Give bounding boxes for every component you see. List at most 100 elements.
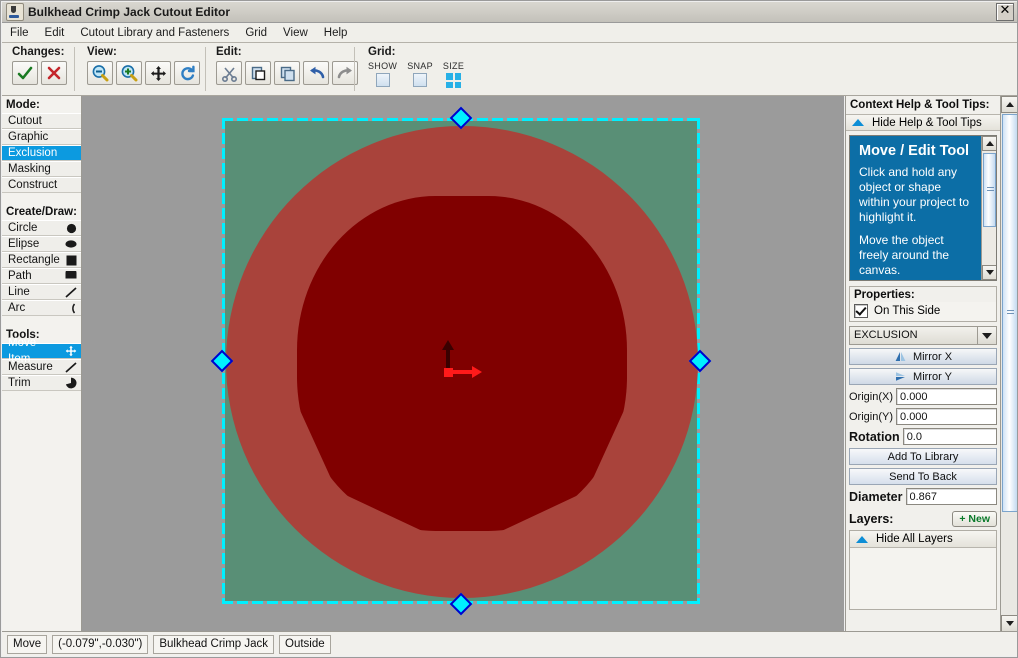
send-to-back-label: Send To Back: [889, 470, 957, 483]
sidebar-shape-rectangle[interactable]: Rectangle: [2, 252, 81, 268]
sidebar-mode-graphic[interactable]: Graphic: [2, 129, 81, 145]
sidebar-mode-construct[interactable]: Construct: [2, 177, 81, 193]
sidebar-tool-measure[interactable]: Measure: [2, 359, 81, 375]
hide-all-layers-label: Hide All Layers: [876, 533, 953, 545]
menu-view[interactable]: View: [275, 25, 316, 41]
sidebar-mode-label: Exclusion: [8, 147, 58, 159]
help-paragraph-2: Move the object freely around the canvas…: [859, 232, 950, 277]
view-group-label: View:: [87, 46, 117, 58]
mode-section-header: Mode:: [6, 99, 40, 111]
sidebar-shape-arc[interactable]: Arc: [2, 300, 81, 316]
panel-scroll-up-button[interactable]: [1001, 96, 1017, 113]
help-scrollbar[interactable]: [981, 136, 996, 280]
sidebar-shape-line[interactable]: Line: [2, 284, 81, 300]
caret-down-icon: [985, 270, 994, 275]
zoom-out-button[interactable]: [87, 61, 113, 85]
send-to-back-button[interactable]: Send To Back: [849, 468, 997, 485]
copy-button[interactable]: [274, 61, 300, 85]
help-scroll-down-button[interactable]: [982, 265, 996, 280]
add-to-library-button[interactable]: Add To Library: [849, 448, 997, 465]
menu-cutout-library-and-fasteners[interactable]: Cutout Library and Fasteners: [72, 25, 237, 41]
rotation-input[interactable]: 0.0: [902, 428, 997, 445]
changes-group-label: Changes:: [12, 46, 65, 58]
menu-file[interactable]: File: [2, 25, 37, 41]
toolbar: Changes: View: Edit: Grid: SHOW SNAP SIZ…: [2, 43, 1017, 96]
object-type-dropdown[interactable]: EXCLUSION: [849, 326, 997, 345]
diameter-input[interactable]: 0.867: [905, 488, 997, 505]
chevron-up-icon: [852, 119, 864, 126]
zoom-in-button[interactable]: [116, 61, 142, 85]
sidebar-mode-label: Construct: [8, 179, 58, 191]
line-icon: [65, 286, 77, 298]
gizmo-x-arrow-head: [472, 366, 482, 378]
refresh-button[interactable]: [174, 61, 200, 85]
panel-scroll-down-button[interactable]: [1001, 615, 1017, 632]
object-type-value: EXCLUSION: [849, 326, 978, 345]
layers-list: Hide All Layers: [849, 530, 997, 610]
reject-changes-button[interactable]: [41, 61, 67, 85]
hide-all-layers-toggle[interactable]: Hide All Layers: [850, 531, 996, 548]
grid-snap-checkbox[interactable]: [413, 73, 428, 87]
menu-edit[interactable]: Edit: [37, 25, 73, 41]
sidebar-shape-label: Arc: [8, 302, 26, 314]
grid-show-checkbox[interactable]: [375, 73, 390, 87]
undo-button[interactable]: [303, 61, 329, 85]
move-cross-icon: [65, 345, 77, 357]
ruler-icon: [65, 361, 77, 373]
status-side: Outside: [279, 634, 331, 654]
window-title: Bulkhead Crimp Jack Cutout Editor: [28, 5, 231, 19]
design-canvas[interactable]: [82, 96, 844, 632]
sidebar-mode-cutout[interactable]: Cutout: [2, 113, 81, 129]
create-draw-section-header: Create/Draw:: [6, 206, 77, 218]
cut-button[interactable]: [216, 61, 242, 85]
move-gizmo[interactable]: [440, 340, 488, 388]
help-text-wrap: Move / Edit Tool Click and hold any obje…: [850, 136, 984, 278]
origin-y-label: Origin(Y): [849, 410, 894, 423]
help-scroll-thumb[interactable]: [983, 153, 996, 227]
circle-icon: [66, 223, 77, 234]
chevron-down-icon[interactable]: [978, 326, 997, 345]
new-layer-button[interactable]: + New: [952, 511, 997, 527]
sidebar-shape-label: Path: [8, 270, 32, 282]
paste-button[interactable]: [245, 61, 271, 85]
origin-x-input[interactable]: 0.000: [896, 388, 997, 405]
grid-snap-label: SNAP: [407, 61, 433, 71]
mirror-x-button[interactable]: Mirror X: [849, 348, 997, 365]
right-panel: Context Help & Tool Tips: Hide Help & To…: [845, 96, 1000, 632]
origin-x-label: Origin(X): [849, 390, 894, 403]
path-icon: [65, 270, 77, 282]
origin-y-input[interactable]: 0.000: [896, 408, 997, 425]
menu-grid[interactable]: Grid: [237, 25, 275, 41]
toolbar-separator-3: [354, 47, 355, 91]
grid-size-control: SIZE: [443, 61, 464, 88]
close-icon: ✕: [999, 3, 1011, 18]
close-window-button[interactable]: ✕: [996, 3, 1014, 21]
toolbar-group-changes: Changes:: [12, 46, 67, 94]
sidebar-tool-move-item[interactable]: Move Item: [2, 337, 81, 365]
panel-scrollbar[interactable]: [1000, 96, 1017, 632]
grid-snap-control: SNAP: [407, 61, 433, 87]
sidebar-mode-masking[interactable]: Masking: [2, 161, 81, 177]
help-scroll-up-button[interactable]: [982, 136, 996, 151]
sidebar-tool-trim[interactable]: Trim: [2, 375, 81, 391]
pan-button[interactable]: [145, 61, 171, 85]
redo-arrow-icon: [337, 66, 352, 78]
sidebar-shape-path[interactable]: Path: [2, 268, 81, 284]
accept-changes-button[interactable]: [12, 61, 38, 85]
panel-scroll-thumb[interactable]: [1002, 114, 1017, 512]
sidebar-gap-2: [2, 316, 81, 326]
mirror-y-button[interactable]: Mirror Y: [849, 368, 997, 385]
caret-up-icon: [985, 141, 994, 146]
gizmo-origin-handle[interactable]: [444, 368, 453, 377]
on-this-side-row[interactable]: On This Side: [850, 302, 996, 321]
sidebar-shape-elipse[interactable]: Elipse: [2, 236, 81, 252]
grid-size-icon[interactable]: [446, 73, 462, 88]
hide-help-toggle[interactable]: Hide Help & Tool Tips: [846, 114, 1000, 131]
mirror-y-label: Mirror Y: [913, 370, 952, 383]
help-paragraph-1: Click and hold any object or shape withi…: [859, 164, 970, 224]
paste-icon: [251, 66, 265, 80]
sidebar-shape-circle[interactable]: Circle: [2, 220, 81, 236]
sidebar-mode-exclusion[interactable]: Exclusion: [2, 145, 81, 161]
on-this-side-checkbox[interactable]: [854, 304, 868, 318]
menu-help[interactable]: Help: [316, 25, 356, 41]
